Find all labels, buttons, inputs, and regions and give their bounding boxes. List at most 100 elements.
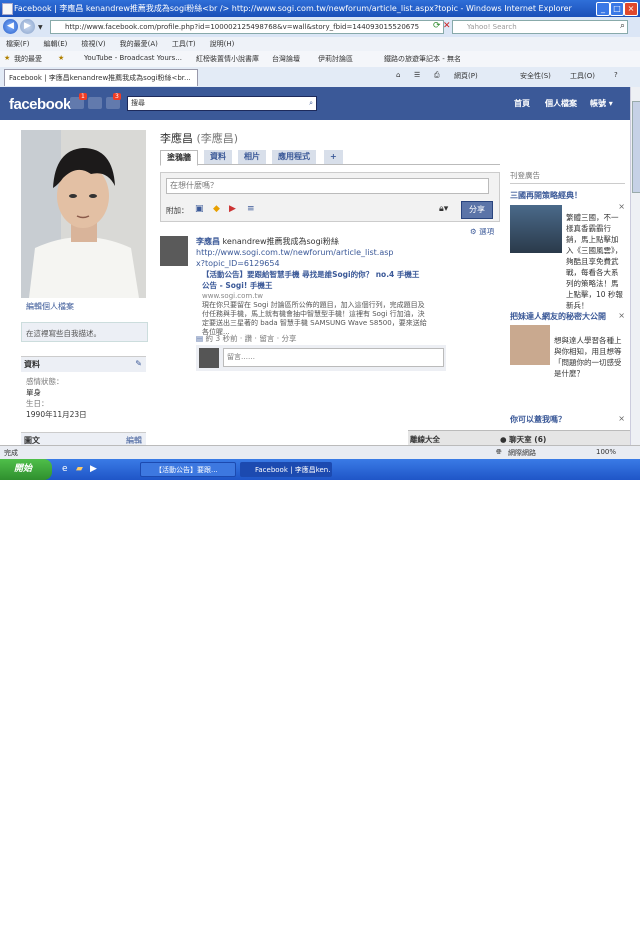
- info-list: 感情狀態： 單身 生日： 1990年11月23日: [26, 376, 87, 420]
- favorites-button[interactable]: 我的最愛: [14, 54, 42, 64]
- ads-header: 刊登廣告: [510, 170, 625, 184]
- comment-input[interactable]: 留言……: [223, 348, 444, 367]
- ad-2-close-icon[interactable]: ×: [618, 311, 625, 320]
- help-icon[interactable]: ?: [614, 71, 618, 79]
- fav-novels[interactable]: 紅榜裝置情小說書庫: [196, 54, 259, 64]
- page-scrollbar[interactable]: [630, 87, 640, 445]
- add-favorite-icon[interactable]: ★: [58, 54, 64, 62]
- task-button-facebook[interactable]: Facebook | 李應昌ken...: [240, 462, 332, 477]
- feeds-icon[interactable]: ☰: [414, 71, 420, 79]
- tab-info[interactable]: 資料: [204, 150, 232, 164]
- story-url[interactable]: http://www.sogi.com.tw/newforum/article_…: [196, 247, 396, 269]
- forward-icon[interactable]: ▶: [20, 19, 35, 34]
- facebook-logo[interactable]: facebook: [9, 96, 71, 113]
- url-input[interactable]: http://www.facebook.com/profile.php?id=1…: [50, 20, 444, 34]
- messages-icon[interactable]: [88, 97, 102, 109]
- wall-filter-label: 選項: [479, 227, 495, 236]
- favorites-bar: ★ 我的最愛 ★ YouTube - Broadcast Yours... 紅榜…: [0, 51, 640, 68]
- back-icon[interactable]: ◀: [3, 19, 18, 34]
- quicklaunch-media-icon[interactable]: ▶: [90, 464, 97, 474]
- quicklaunch-folder-icon[interactable]: ▰: [76, 464, 83, 474]
- search-icon[interactable]: ⌕: [309, 97, 313, 110]
- ad-1-image[interactable]: [510, 205, 562, 253]
- refresh-icon[interactable]: ⟳: [433, 21, 441, 31]
- minimize-button[interactable]: _: [596, 2, 610, 16]
- menu-tools[interactable]: 工具(T): [172, 40, 196, 48]
- menu-edit[interactable]: 編輯(E): [44, 40, 68, 48]
- story-link-desc: 現在你只要留在 Sogi 討論區所公佈的題目，加入這個行列，完成題目及付任務與手…: [202, 301, 427, 335]
- nav-profile[interactable]: 個人檔案: [545, 98, 577, 109]
- ad-3[interactable]: 你可以蓋我嗎？ ×: [510, 414, 625, 425]
- ie-page-icon: [2, 3, 13, 15]
- home-icon[interactable]: ⌂: [396, 71, 400, 79]
- quicklaunch-ie-icon[interactable]: e: [62, 464, 68, 474]
- attach-event-icon[interactable]: ◆: [213, 204, 220, 214]
- ad-2-image[interactable]: [510, 325, 550, 365]
- search-input[interactable]: Yahoo! Search: [452, 20, 628, 34]
- ad-1[interactable]: 三國再開策略經典！ × 繁體三國，不一樣真香霸霸行銷，馬上點擊加入《三國風雲》，…: [510, 190, 625, 310]
- menu-favorites[interactable]: 我的最愛(A): [120, 40, 158, 48]
- task-button-announcement[interactable]: 【活動公告】要跟...: [140, 462, 236, 477]
- maximize-button[interactable]: □: [610, 2, 624, 16]
- facebook-search-input[interactable]: 搜尋 ⌕: [127, 96, 317, 111]
- browser-tab[interactable]: Facebook | 李應昌kenandrew推薦我成為sogi粉絲<br...: [4, 69, 198, 86]
- status-input[interactable]: 在想什麼嗎？: [166, 178, 489, 194]
- menu-file[interactable]: 檔案(F): [6, 40, 30, 48]
- zoom-level[interactable]: 100%: [596, 448, 616, 456]
- ad-1-close-icon[interactable]: ×: [618, 202, 625, 211]
- history-dropdown-icon[interactable]: ▼: [38, 24, 43, 31]
- share-button[interactable]: 分享: [461, 201, 493, 219]
- ad-2-title[interactable]: 把妹達人網友的秘密大公開: [510, 311, 608, 322]
- notifications-badge: 3: [113, 93, 121, 100]
- attach-video-icon[interactable]: ▶: [229, 204, 236, 214]
- nav-account[interactable]: 帳號 ▾: [590, 98, 613, 109]
- ad-3-close-icon[interactable]: ×: [618, 414, 625, 423]
- story-meta-actions[interactable]: 約 3 秒前 · 讚 · 留言 · 分享: [205, 334, 296, 343]
- favorites-star-icon[interactable]: ★: [4, 54, 10, 62]
- tools-menu[interactable]: 工具(O): [570, 71, 595, 81]
- stop-icon[interactable]: ✕: [443, 21, 451, 31]
- watermark: kenandrew @ sogi.com.tw: [482, 919, 612, 931]
- menu-help[interactable]: 說明(H): [210, 40, 235, 48]
- ad-2[interactable]: 把妹達人網友的秘密大公開 × 想與達人學習各種上與你相知，用且想等「問題你的一切…: [510, 311, 625, 378]
- story-link-title[interactable]: 【活動公告】要跟給智慧手機 尋找是誰Sogi的你？ no.4 手機王公告 - S…: [202, 269, 422, 291]
- birthday-label: 生日：: [26, 399, 49, 408]
- search-icon[interactable]: ⌕: [620, 21, 625, 31]
- chat-notice[interactable]: 離線大全: [410, 434, 440, 445]
- story-author-avatar[interactable]: [160, 236, 188, 266]
- story-author-link[interactable]: 李應昌: [196, 237, 220, 246]
- windows-taskbar: 開始 e ▰ ▶ 【活動公告】要跟... Facebook | 李應昌ken..…: [0, 459, 640, 931]
- tab-wall[interactable]: 塗鴉牆: [160, 150, 198, 166]
- tab-add[interactable]: +: [324, 150, 343, 164]
- attach-link-icon[interactable]: ≡: [247, 204, 255, 214]
- print-icon[interactable]: ⎙: [434, 71, 440, 80]
- privacy-lock-icon[interactable]: 🔒︎▾: [439, 204, 448, 214]
- fav-railway-blog[interactable]: 鐵路の旅遊筆記本 - 無名: [384, 54, 461, 64]
- zone-icon: 🌐︎: [496, 448, 502, 456]
- tab-bar: Facebook | 李應昌kenandrew推薦我成為sogi粉絲<br...…: [0, 67, 640, 88]
- ad-1-title[interactable]: 三國再開策略經典！: [510, 190, 625, 201]
- menu-view[interactable]: 檢視(V): [81, 40, 105, 48]
- edit-profile-link[interactable]: 編輯個人檔案: [26, 301, 74, 312]
- nav-home[interactable]: 首頁: [514, 98, 530, 109]
- edit-info-icon[interactable]: ✎: [135, 359, 142, 368]
- ad-3-title[interactable]: 你可以蓋我嗎？: [510, 414, 625, 425]
- chat-friends-button[interactable]: ● 聊天室 (6): [500, 434, 546, 445]
- page-menu[interactable]: 網頁(P): [454, 71, 478, 81]
- window-titlebar: Facebook | 李應昌 kenandrew推薦我成為sogi粉絲<br /…: [0, 0, 640, 17]
- relationship-label: 感情狀態：: [26, 377, 64, 386]
- scrollbar-thumb[interactable]: [632, 101, 640, 193]
- close-button[interactable]: ×: [624, 2, 638, 16]
- birthday-value: 1990年11月23日: [26, 410, 87, 419]
- tab-apps[interactable]: 應用程式: [272, 150, 316, 164]
- fav-taiwan-forum[interactable]: 台灣論壇: [272, 54, 300, 64]
- fav-youtube[interactable]: YouTube - Broadcast Yours...: [84, 54, 182, 62]
- bio-box[interactable]: 在這裡寫些自我描述。: [21, 322, 148, 342]
- attach-photo-icon[interactable]: ▣: [195, 204, 204, 214]
- profile-picture[interactable]: [21, 130, 146, 298]
- start-button[interactable]: 開始: [0, 459, 52, 480]
- ad-1-text: 繁體三國，不一樣真香霸霸行銷，馬上點擊加入《三國風雲》，夠酷且享免費武戰，每看各…: [566, 213, 623, 310]
- safety-menu[interactable]: 安全性(S): [520, 71, 551, 81]
- fav-eyny[interactable]: 伊莉討論區: [318, 54, 353, 64]
- tab-photos[interactable]: 相片: [238, 150, 266, 164]
